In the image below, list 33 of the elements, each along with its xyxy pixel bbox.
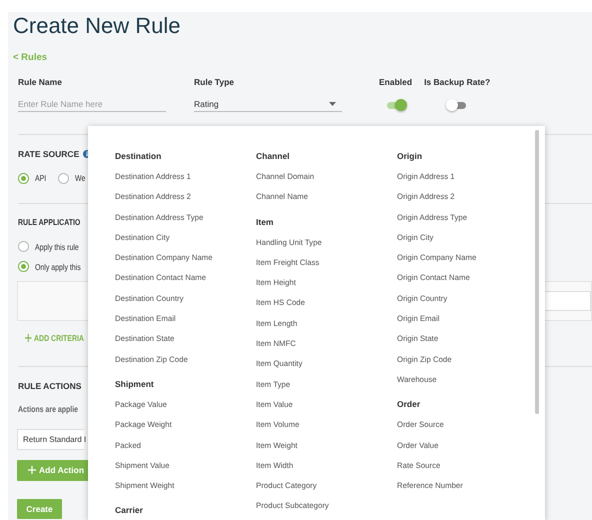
page-title: Create New Rule <box>13 12 182 40</box>
radio-label: API <box>35 172 46 184</box>
menu-group-heading: Channel <box>256 151 290 161</box>
menu-group-heading: Destination <box>115 151 162 161</box>
radio-label: We <box>74 172 86 184</box>
menu-group-heading: Origin <box>397 151 422 161</box>
menu-group-heading: Carrier <box>115 505 143 516</box>
radio-button[interactable] <box>18 241 29 252</box>
radio-button[interactable] <box>58 172 69 184</box>
radio-button[interactable] <box>18 261 29 272</box>
toggle-label: Enabled <box>379 77 412 88</box>
field-label: Rule Type <box>194 77 235 88</box>
caret-icon <box>329 102 336 106</box>
plus-icon <box>28 466 36 474</box>
scrollbar[interactable] <box>535 130 539 414</box>
menu-group-heading: Shipment <box>115 378 154 389</box>
radio-button[interactable] <box>18 172 29 184</box>
dropdown-select[interactable]: Rating <box>194 96 342 112</box>
plus-icon <box>25 334 32 342</box>
radio-label: Apply this rule <box>35 242 79 252</box>
section-heading: RULE APPLICATIO <box>18 216 80 227</box>
text-input[interactable]: Enter Rule Name here <box>18 96 166 112</box>
section-heading: RULE ACTIONS <box>18 381 82 392</box>
toggle-switch[interactable] <box>384 98 407 111</box>
action-select[interactable]: Return Standard I <box>17 428 84 450</box>
toggle-label: Is Backup Rate? <box>424 77 490 88</box>
section-note: Actions are applie <box>18 404 78 414</box>
toggle-switch[interactable] <box>446 98 468 111</box>
menu-group-heading: Order <box>397 399 420 410</box>
field-label: Rule Name <box>18 77 63 88</box>
section-heading: RATE SOURCE <box>18 149 80 160</box>
radio-label: Only apply this <box>35 262 81 272</box>
menu-group-heading: Item <box>256 216 274 227</box>
